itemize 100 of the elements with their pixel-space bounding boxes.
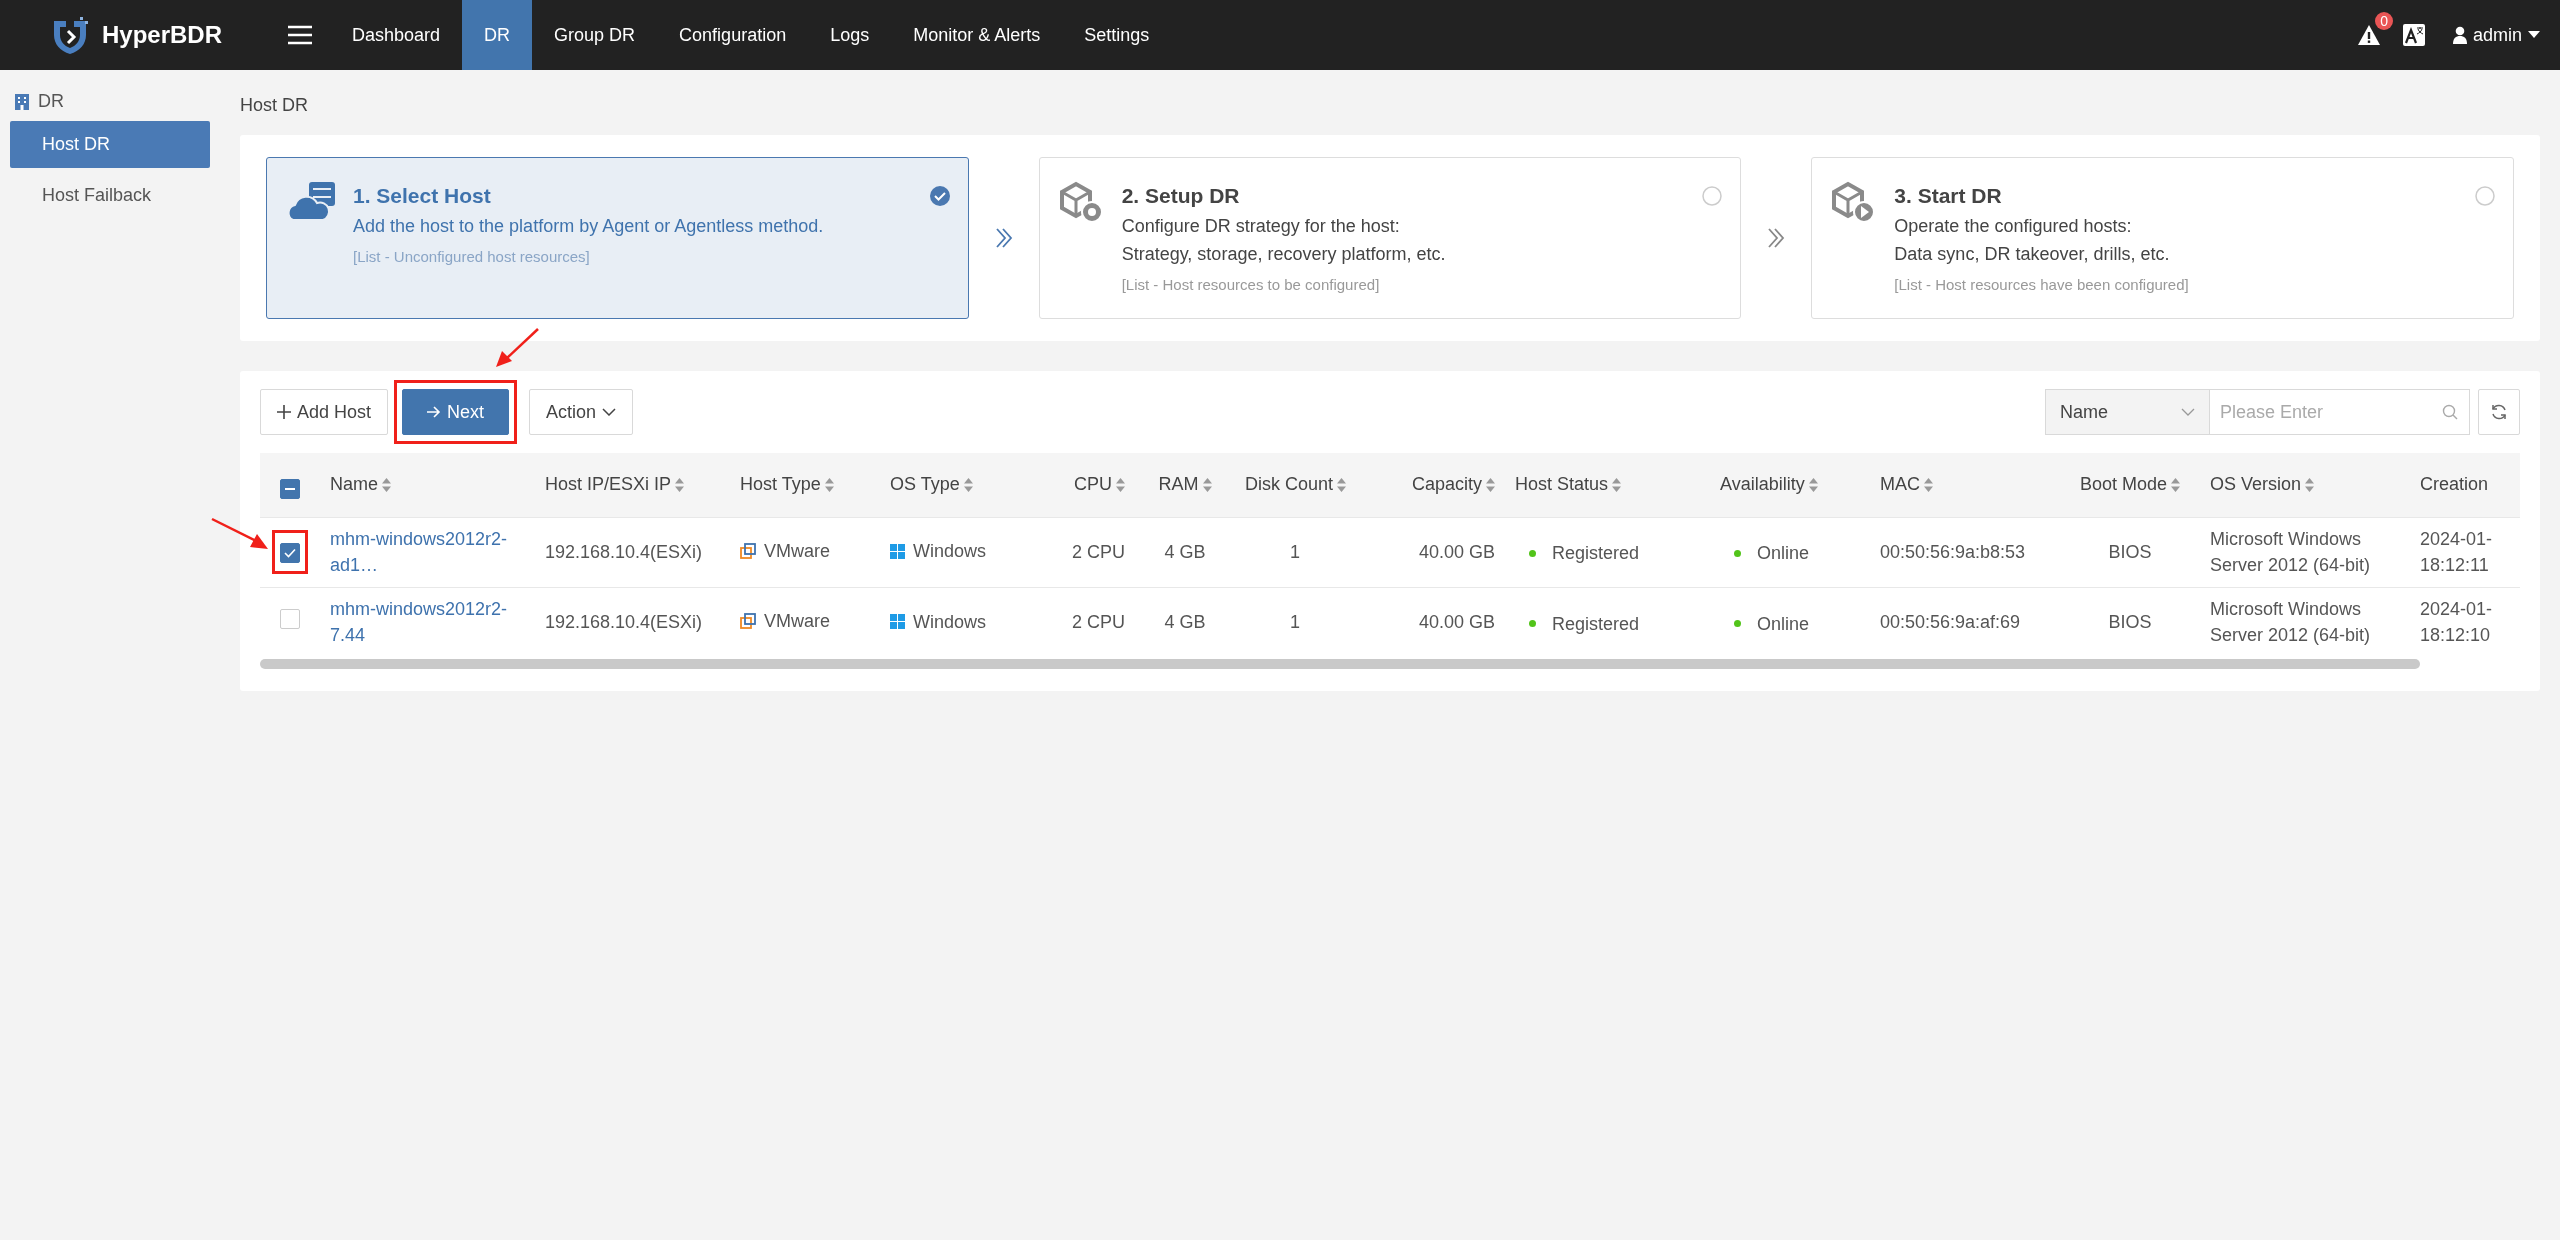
chevron-down-icon [602, 408, 617, 416]
add-host-button[interactable]: Add Host [260, 389, 389, 435]
table-cell: 4 GB [1164, 612, 1206, 633]
sort-icon [382, 477, 391, 492]
step-note: [List - Host resources to be configured] [1121, 274, 1381, 295]
table-cell: 2 CPU [1072, 612, 1125, 633]
search-field[interactable]: Please Enter [2210, 389, 2470, 435]
action-dropdown[interactable]: Action [529, 389, 634, 435]
page-title: Host DR [240, 94, 309, 117]
table-cell-text: Windows [913, 610, 987, 634]
host-name-link[interactable]: mhm-windows2012r2-ad1… [330, 526, 520, 578]
table-cell: BIOS [2108, 542, 2152, 562]
section-label: DR [38, 90, 64, 113]
sort-icon [1337, 477, 1347, 492]
nav-tab[interactable]: Logs [808, 0, 892, 70]
sort-icon [1486, 477, 1495, 492]
sort-icon [963, 477, 973, 492]
host-name-link[interactable]: mhm-windows2012r2-7.44 [330, 596, 520, 649]
refresh-icon [2490, 403, 2508, 421]
check-icon [284, 548, 296, 558]
table-cell: 192.168.10.4(ESXi) [545, 542, 703, 562]
table-cell-text: Windows [913, 540, 987, 564]
column-header[interactable]: MAC [1880, 471, 1933, 499]
translate-icon[interactable] [2402, 24, 2425, 46]
table-cell: Microsoft Windows Server 2012 (64-bit) [2210, 529, 2371, 575]
double-chevron-icon [1767, 227, 1786, 249]
table-cell: 192.168.10.4(ESXi) [545, 612, 703, 633]
sidebar-item[interactable]: Host DR [10, 121, 210, 168]
next-button[interactable]: Next [402, 389, 510, 435]
table-cell: 1 [1290, 542, 1300, 562]
table-cell: 40.00 GB [1418, 542, 1495, 562]
step-card[interactable]: 2. Setup DR Configure DR strategy for the host: Strategy, storage, recovery platform, etc. [List - Host resources to be configured] [1038, 157, 1742, 319]
select-all-checkbox[interactable] [280, 478, 300, 499]
radio-circle-icon [1702, 186, 1723, 207]
refresh-button[interactable] [2478, 389, 2520, 435]
windows-icon [890, 543, 905, 559]
windows-icon [890, 614, 905, 629]
field-select[interactable]: Name [2045, 389, 2210, 435]
scrollbar[interactable] [260, 659, 2420, 669]
double-chevron-icon [994, 227, 1013, 249]
table-cell: 00:50:56:9a:af:69 [1880, 612, 2021, 633]
nav-tab[interactable]: Monitor & Alerts [891, 0, 1063, 70]
table-cell: 2024-01- 18:12:10 [2420, 599, 2493, 646]
sort-icon [824, 477, 834, 492]
step-card[interactable]: 3. Start DR Operate the configured hosts: Data sync, DR takeover, drills, etc. [List - Host resources have been configured] [1811, 157, 2514, 319]
caret-icon [2528, 31, 2540, 39]
table-cell: 1 [1290, 612, 1300, 633]
step-title: 1. Select Host [353, 183, 492, 209]
table-cell: 4 GB [1164, 542, 1206, 562]
overlapping-squares-icon [740, 613, 756, 630]
status-text: Online [1757, 542, 1810, 566]
sort-icon [2171, 477, 2181, 492]
menu-icon [288, 25, 312, 45]
status-text: Registered [1552, 612, 1640, 636]
pointer-arrow [494, 327, 541, 369]
table-cell: 2 CPU [1072, 542, 1125, 562]
pointer-arrow [210, 517, 270, 551]
nav-tab[interactable]: Dashboard [330, 0, 463, 70]
user-icon [2452, 26, 2467, 44]
warning-icon[interactable] [2356, 24, 2381, 46]
step-description: Configure DR strategy for the host: [1121, 214, 1401, 238]
building-icon [14, 92, 30, 111]
column-header[interactable]: Name [330, 471, 391, 499]
arrow-right-icon [427, 406, 442, 418]
nav-tab[interactable]: Configuration [657, 0, 809, 70]
sort-icon [1808, 477, 1818, 492]
table-cell-text: VMware [764, 610, 830, 634]
app-name: HyperBDR [102, 20, 223, 50]
table-cell: 2024-01- 18:12:11 [2420, 529, 2493, 575]
status-text: Online [1757, 612, 1810, 636]
table-cell: 40.00 GB [1418, 612, 1495, 633]
table-cell-text: VMware [764, 540, 830, 563]
nav-tab[interactable]: Group DR [532, 0, 658, 70]
plus-icon [277, 405, 291, 419]
sort-icon [1612, 477, 1622, 492]
check-circle-icon [929, 186, 950, 207]
sidebar-item[interactable]: Host Failback [10, 172, 210, 219]
status-text: Registered [1552, 542, 1640, 566]
sort-icon [1116, 477, 1125, 492]
sort-icon [1202, 477, 1212, 492]
table-cell: BIOS [2108, 612, 2152, 633]
user-menu[interactable]: admin [2446, 20, 2546, 50]
chevron-down-icon [2181, 408, 2195, 416]
overlapping-squares-icon [740, 543, 756, 559]
search-icon [2442, 404, 2458, 420]
table-cell: 00:50:56:9a:b8:53 [1880, 542, 2026, 562]
nav-tab[interactable]: Settings [1062, 0, 1172, 70]
step-description: Data sync, DR takeover, drills, etc. [1894, 242, 2171, 266]
sort-icon [2305, 477, 2315, 492]
step-note: [List - Host resources have been configured] [1894, 274, 2189, 295]
step-title: 3. Start DR [1894, 183, 2003, 209]
step-description: Operate the configured hosts: [1894, 214, 2133, 238]
step-description: Add the host to the platform by Agent or Agentless method. [353, 214, 824, 238]
step-card[interactable]: 1. Select Host Add the host to the platform by Agent or Agentless method. [List - Unconfigured host resources] [266, 157, 969, 319]
radio-circle-icon [2475, 186, 2495, 207]
step-description: Strategy, storage, recovery platform, etc. [1121, 242, 1446, 266]
nav-tab[interactable]: DR [462, 0, 533, 70]
alert-count-badge: 0 [2375, 12, 2393, 30]
row-checkbox[interactable] [280, 543, 300, 563]
sort-icon [1924, 477, 1933, 492]
